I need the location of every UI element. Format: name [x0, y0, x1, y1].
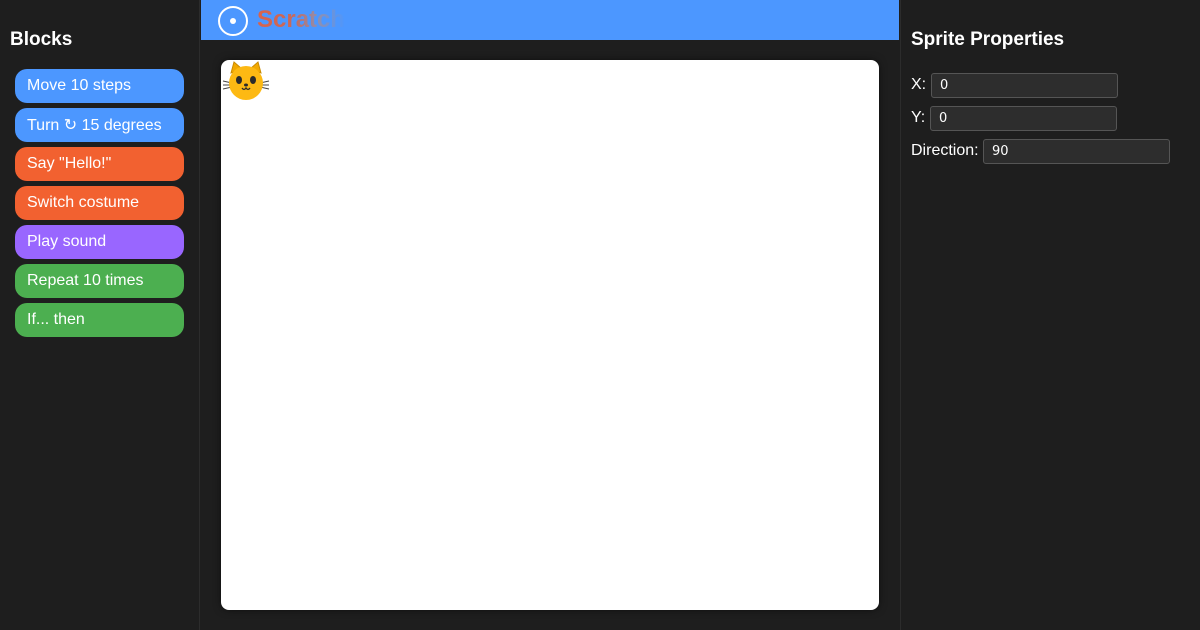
block-play-sound[interactable]: Play sound — [15, 225, 184, 259]
block-switch-costume[interactable]: Switch costume — [15, 186, 184, 220]
direction-input[interactable] — [983, 139, 1170, 164]
blocks-panel: Blocks Move 10 steps Turn ↻ 15 degrees S… — [0, 0, 200, 630]
app-title: Scratch — [257, 6, 346, 33]
y-label: Y: — [911, 109, 926, 126]
block-turn-degrees[interactable]: Turn ↻ 15 degrees — [15, 108, 184, 142]
target-icon — [218, 6, 248, 36]
cat-face-icon[interactable] — [222, 61, 270, 103]
properties-panel: Sprite Properties X: Y: Direction: — [900, 0, 1200, 630]
x-input[interactable] — [931, 73, 1118, 98]
scratch-app: Blocks Move 10 steps Turn ↻ 15 degrees S… — [0, 0, 1200, 630]
properties-title: Sprite Properties — [911, 29, 1065, 50]
y-input[interactable] — [930, 106, 1117, 131]
block-repeat[interactable]: Repeat 10 times — [15, 264, 184, 298]
block-if-then[interactable]: If... then — [15, 303, 184, 337]
block-move-steps[interactable]: Move 10 steps — [15, 69, 184, 103]
blocks-title: Blocks — [10, 29, 73, 50]
direction-label: Direction: — [911, 142, 979, 159]
block-say-hello[interactable]: Say "Hello!" — [15, 147, 184, 181]
stage[interactable] — [221, 60, 879, 610]
top-bar: Scratch — [201, 0, 899, 40]
x-label: X: — [911, 76, 927, 93]
workspace: Scratch — [201, 0, 899, 630]
